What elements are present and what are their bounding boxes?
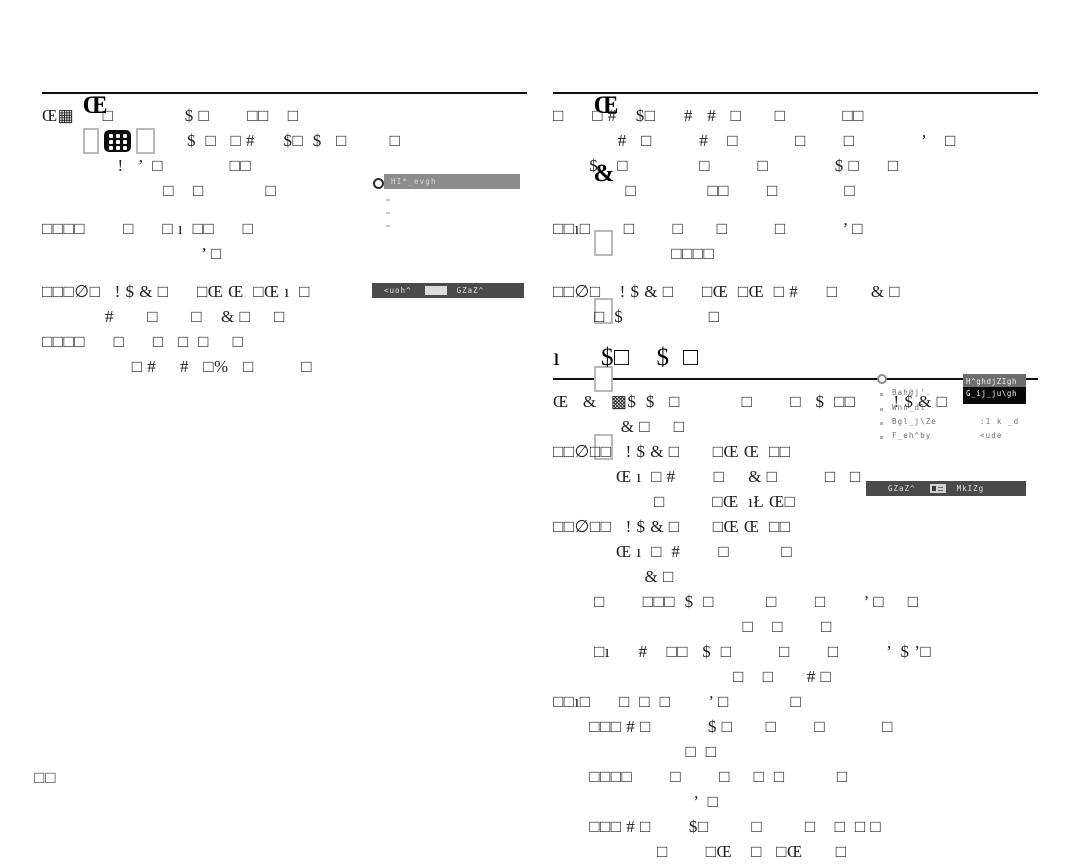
body-line: □ □ # $□ # # □ □ □□ [553, 106, 864, 125]
status-bar-chip[interactable] [424, 286, 447, 295]
body-line: □□□□ □ □ □ □ □ [42, 332, 244, 351]
right-status-bar-figure[interactable]: GZaZ^ MkIZg [866, 481, 1026, 496]
body-line: □□∅□ ! $ & □ □Œ □Œ □ # □ & □ [553, 282, 901, 301]
page-folio: □□ [34, 768, 57, 787]
body-line: □ □ [619, 742, 717, 761]
body-line: □ □Œ □ □Œ □ [619, 842, 847, 861]
body-line: □□□ # □ $□ □ □ □ □ □ [575, 817, 882, 836]
body-line: □□□□ [619, 244, 715, 263]
list-item[interactable]: F_eh^by <ude [876, 431, 1036, 445]
tofu-box-icon [82, 128, 99, 155]
list-item-label: Bah@j'. [892, 388, 932, 397]
list-item[interactable]: Wnn_dl [876, 403, 1036, 417]
body-line: □ □□□ $ □ □ □ ’ □ □ [575, 592, 919, 611]
bullet-icon [880, 436, 883, 439]
combo-input-value: HI*_evgh [391, 177, 437, 186]
left-heading-rule [42, 92, 527, 94]
left-status-bar-figure[interactable]: <uoh^ GZaZ^ [372, 283, 524, 298]
status-bar-icon[interactable] [929, 484, 946, 493]
bullet-icon [880, 422, 883, 425]
tooltip-line[interactable]: G_ij_ju\gh [963, 387, 1026, 398]
combo-box-figure: HI*_evgh [372, 174, 520, 232]
radio-button-icon[interactable] [877, 374, 887, 384]
list-item-value: :1 k _d [980, 417, 1020, 426]
body-line: ’ □ [641, 792, 719, 811]
document-page: Œ Œ▦ □ $ □ □□ □ $ □ □ # $□ $ □ □ ! ’ □ □… [0, 0, 1080, 861]
body-line: □ □ # □ [619, 667, 832, 686]
body-line: □ □ □ [619, 617, 832, 636]
bullet-icon [880, 393, 883, 396]
list-tick-mark [386, 212, 390, 214]
body-line: □ # # □% □ □ [108, 357, 312, 376]
body-line: □□∅□□ ! $ & □ □Œ Œ □□ [553, 517, 791, 536]
body-line: □ı # □□ $ □ □ □ ’ $ ’□ [575, 642, 932, 661]
right-subsection-heading: ı $□ $ □ [553, 344, 699, 371]
body-line: # □ # □ □ □ ’ □ [575, 131, 956, 150]
right-column: Œ & □ □ # $□ # # □ □ □□ # □ # □ □ □ ’ □ … [553, 55, 1038, 864]
status-bar-right-label: MkIZg [956, 484, 985, 493]
body-line: □□□□ □ □ □ □ □ [575, 767, 848, 786]
list-item-label: F_eh^by [892, 431, 932, 440]
body-line: Œ▦ □ $ □ □□ □ [42, 106, 299, 125]
list-item-label: Wnn_dl [892, 403, 926, 412]
status-bar-left-label: <uoh^ [384, 286, 412, 295]
grid-icon [103, 130, 131, 153]
tooltip-popup-figure[interactable]: H^ghdjZIgh G_ij_ju\gh [963, 374, 1026, 404]
bullet-icon [880, 408, 883, 411]
list-item-value: <ude [980, 431, 1003, 440]
status-bar-left-label: GZaZ^ [888, 484, 916, 493]
list-tick-mark [386, 225, 390, 227]
body-line: Œ ı □ # □ □ [597, 542, 793, 561]
right-heading-rule [553, 92, 1038, 94]
body-line: # □ □ & □ □ [86, 307, 285, 326]
list-tick-mark [386, 199, 390, 201]
body-line: □□ı□ □ □ □ ’ □ □ [553, 692, 802, 711]
tooltip-line-selected[interactable]: H^ghdjZIgh [963, 374, 1026, 387]
body-line: □□ı□ □ □ □ □ ’ □ [553, 219, 864, 238]
left-section-heading: Œ [42, 55, 527, 155]
combo-input-bar[interactable]: HI*_evgh [384, 174, 520, 189]
radio-button-icon[interactable] [373, 178, 384, 189]
body-line: & □ [597, 567, 674, 586]
list-item[interactable]: Bgl_j\Ze :1 k _d [876, 417, 1036, 431]
body-line: $ □ □ □ $ □ □ [575, 156, 899, 175]
list-item-label: Bgl_j\Ze [892, 417, 937, 426]
status-bar-right-label: GZaZ^ [456, 286, 485, 295]
body-line: □ □□ □ □ [597, 181, 856, 200]
right-section-heading: Œ & [553, 55, 1038, 461]
body-line: □□□ # □ $ □ □ □ □ [575, 717, 893, 736]
body-line: □ $ □ [575, 307, 720, 326]
